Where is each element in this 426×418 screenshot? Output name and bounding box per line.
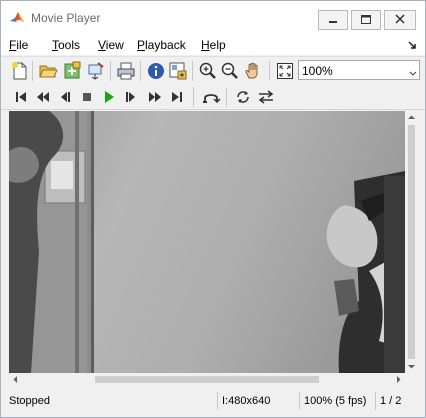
zoom-out-icon[interactable]: [220, 61, 240, 81]
close-icon: [395, 14, 405, 24]
zoom-in-icon[interactable]: [198, 61, 218, 81]
export-icon[interactable]: [86, 61, 106, 81]
menu-playback[interactable]: Playback: [137, 38, 186, 52]
rewind-icon[interactable]: [33, 87, 53, 107]
status-bar: Stopped I:480x640 100% (5 fps) 1 / 2: [1, 389, 425, 417]
playback-state: Stopped: [9, 395, 50, 407]
toolbar-separator: [140, 61, 141, 81]
menu-bar: File Tools View Playback Help: [1, 33, 425, 55]
minimize-icon: [329, 21, 337, 23]
loop-icon[interactable]: [233, 87, 253, 107]
fast-forward-icon[interactable]: [145, 87, 165, 107]
frame-counter: 1 / 2: [375, 392, 423, 410]
connect-icon[interactable]: [62, 61, 82, 81]
go-to-end-icon[interactable]: [167, 87, 187, 107]
toolbar-separator: [193, 87, 194, 107]
horizontal-scrollbar[interactable]: [9, 373, 405, 386]
maximize-button[interactable]: [351, 10, 381, 30]
jump-to-icon[interactable]: [201, 87, 221, 107]
maximize-icon: [361, 15, 371, 24]
zoom-value: 100%: [302, 64, 333, 78]
zoom-combobox[interactable]: 100%: [298, 60, 420, 80]
step-forward-icon[interactable]: [121, 87, 141, 107]
print-icon[interactable]: [116, 61, 136, 81]
video-frame[interactable]: [9, 111, 405, 373]
window-title: Movie Player: [31, 11, 101, 25]
menu-help[interactable]: Help: [201, 38, 226, 52]
step-back-icon[interactable]: [55, 87, 75, 107]
matlab-icon: [9, 10, 25, 26]
play-icon[interactable]: [99, 87, 119, 107]
vertical-scroll-thumb[interactable]: [408, 125, 415, 359]
playback-toolbar: [1, 85, 425, 110]
chevron-down-icon[interactable]: [409, 67, 417, 76]
movie-player-window: Movie Player File Tools View Playback He…: [0, 0, 426, 418]
new-file-icon[interactable]: [10, 61, 30, 81]
stop-icon[interactable]: [77, 87, 97, 107]
open-folder-icon[interactable]: [38, 61, 58, 81]
toolbar-separator: [192, 61, 193, 81]
scroll-up-icon[interactable]: [405, 111, 418, 124]
menu-view[interactable]: View: [98, 38, 124, 52]
close-button[interactable]: [384, 10, 416, 30]
vertical-scrollbar[interactable]: [405, 111, 418, 373]
horizontal-scroll-thumb[interactable]: [95, 376, 319, 383]
menu-tools[interactable]: Tools: [52, 38, 80, 52]
fit-to-window-icon[interactable]: [275, 61, 295, 81]
info-icon[interactable]: [146, 61, 166, 81]
video-format: I:480x640: [217, 392, 297, 410]
title-bar[interactable]: Movie Player: [1, 1, 425, 33]
scroll-down-icon[interactable]: [405, 360, 418, 373]
go-to-start-icon[interactable]: [11, 87, 31, 107]
properties-icon[interactable]: [168, 61, 188, 81]
minimize-button[interactable]: [318, 10, 348, 30]
toolbar-separator: [226, 87, 227, 107]
scroll-corner: [405, 373, 418, 386]
toolbar-separator: [269, 61, 270, 81]
playback-direction-icon[interactable]: [256, 87, 276, 107]
frame-rate: 100% (5 fps): [299, 392, 373, 410]
scroll-right-icon[interactable]: [392, 373, 405, 386]
scroll-left-icon[interactable]: [9, 373, 22, 386]
toolbar-separator: [32, 61, 33, 81]
toolbar-separator: [110, 61, 111, 81]
menu-file[interactable]: File: [9, 38, 28, 52]
pan-hand-icon[interactable]: [243, 61, 263, 81]
dock-arrow-icon[interactable]: [407, 39, 417, 49]
